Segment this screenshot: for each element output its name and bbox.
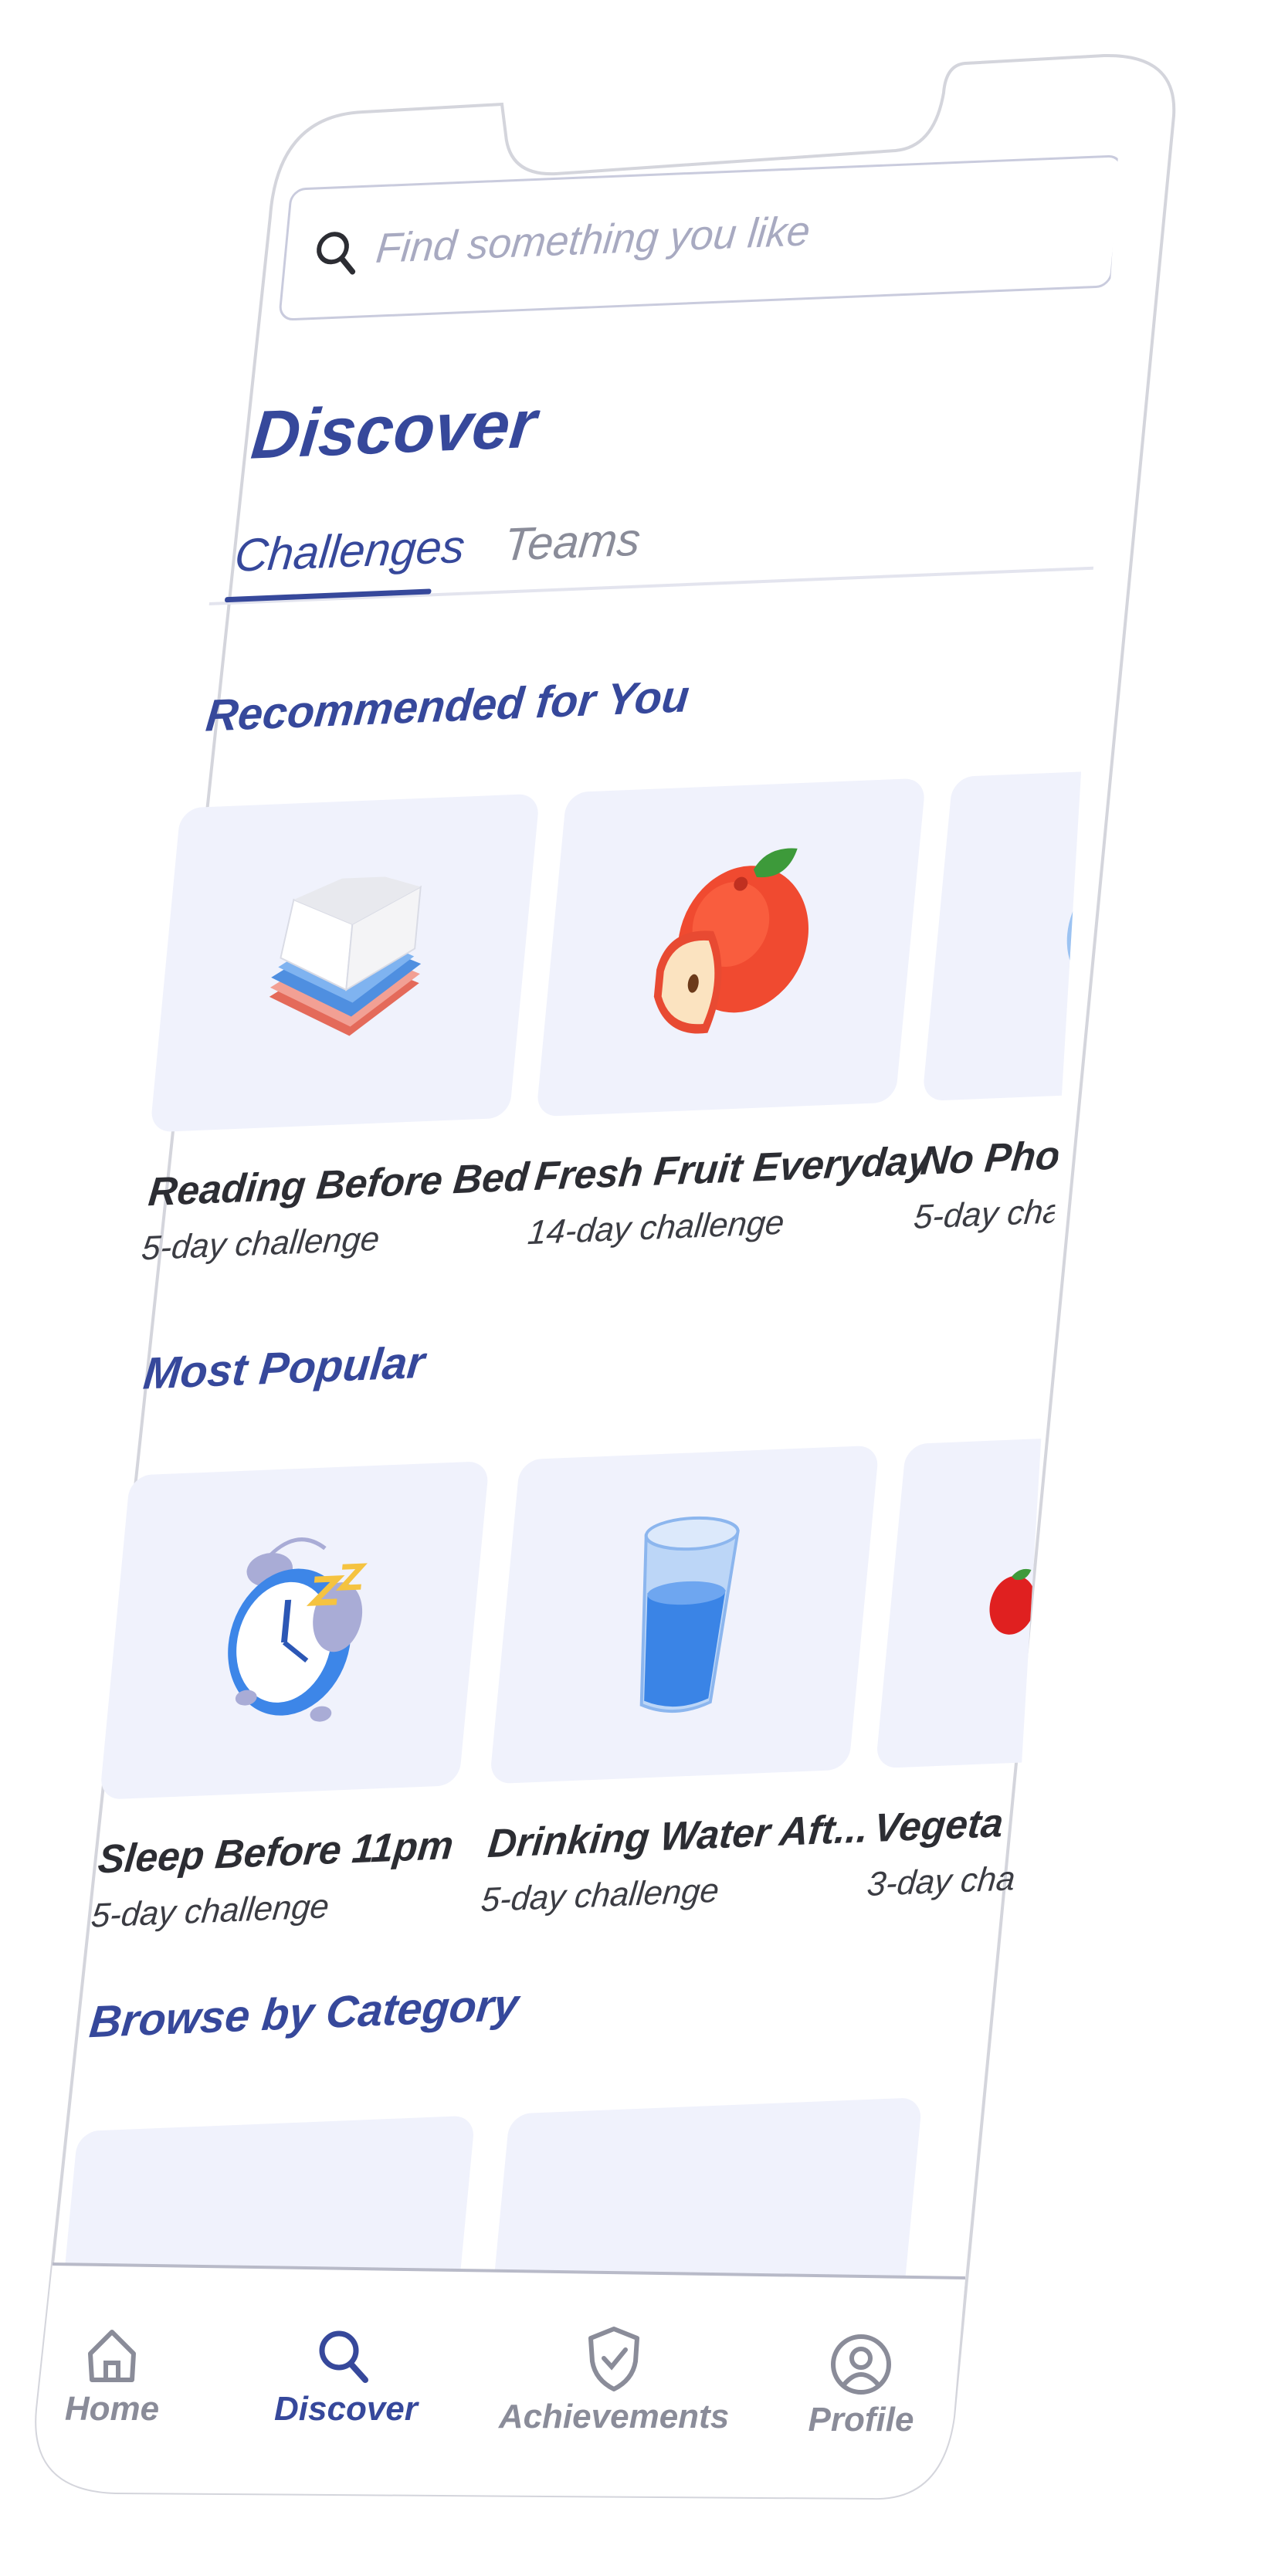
- nav-achievements[interactable]: Achievements: [494, 2324, 734, 2436]
- nav-label: Discover: [274, 2390, 418, 2428]
- nav-discover[interactable]: Discover: [274, 2324, 418, 2429]
- nav-label: Profile: [808, 2401, 914, 2439]
- nav-label: Achievements: [498, 2398, 730, 2435]
- bottom-nav: Home Discover Achievements Profile: [0, 0, 1278, 2576]
- home-icon: [88, 2330, 136, 2382]
- search-icon: [319, 2330, 368, 2383]
- shield-check-icon: [588, 2327, 639, 2391]
- nav-label: Home: [64, 2390, 160, 2428]
- phone-frame: Discover Challenges Teams Recommended fo…: [0, 0, 1278, 2576]
- profile-icon: [831, 2334, 891, 2395]
- nav-profile[interactable]: Profile: [795, 2332, 927, 2439]
- nav-home[interactable]: Home: [54, 2324, 170, 2429]
